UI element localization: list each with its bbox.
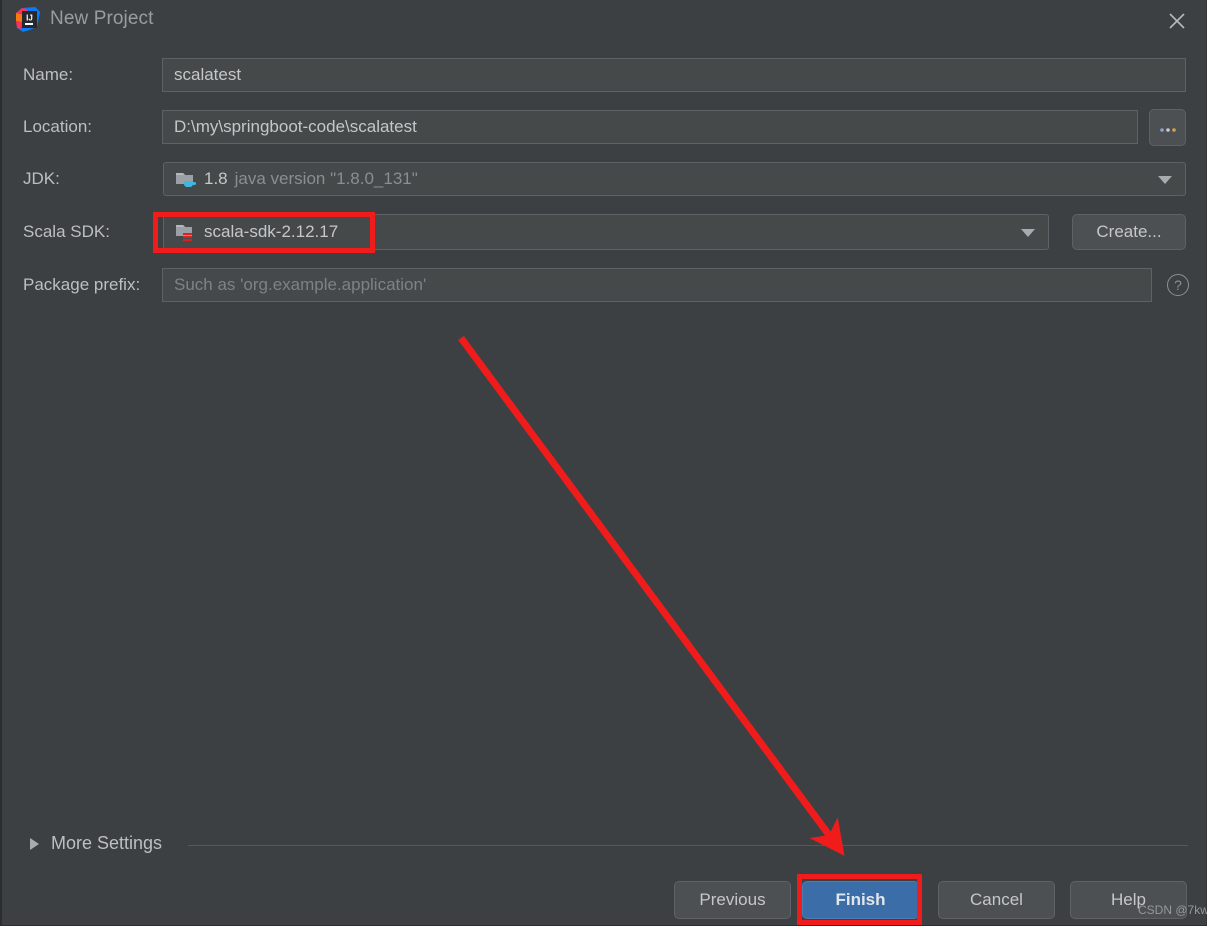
close-icon[interactable] bbox=[1155, 2, 1199, 40]
package-prefix-row: Package prefix: Such as 'org.example.app… bbox=[2, 268, 1207, 302]
title-bar: IJ New Project bbox=[2, 0, 1207, 42]
scala-folder-icon bbox=[175, 222, 197, 242]
page-title: New Project bbox=[50, 8, 154, 29]
location-input[interactable]: D:\my\springboot-code\scalatest bbox=[162, 110, 1138, 144]
package-prefix-label: Package prefix: bbox=[23, 275, 141, 294]
scala-sdk-combobox[interactable]: scala-sdk-2.12.17 bbox=[163, 214, 1049, 250]
name-label: Name: bbox=[23, 65, 74, 84]
intellij-idea-logo-icon: IJ bbox=[15, 7, 41, 33]
location-row: Location: D:\my\springboot-code\scalates… bbox=[2, 109, 1207, 146]
scala-sdk-value: scala-sdk-2.12.17 bbox=[204, 222, 339, 241]
more-settings-expander[interactable]: More Settings bbox=[30, 833, 162, 854]
chevron-right-icon bbox=[30, 837, 39, 850]
package-prefix-input[interactable]: Such as 'org.example.application' bbox=[162, 268, 1152, 302]
previous-button[interactable]: Previous bbox=[674, 881, 791, 919]
create-scala-sdk-button[interactable]: Create... bbox=[1072, 214, 1186, 250]
more-settings-label: More Settings bbox=[51, 833, 163, 853]
package-prefix-help-icon[interactable]: ? bbox=[1167, 274, 1189, 296]
scala-sdk-label: Scala SDK: bbox=[23, 222, 110, 241]
scala-sdk-row: Scala SDK: scala-sdk-2.12.17 Create... bbox=[2, 214, 1207, 250]
cancel-button[interactable]: Cancel bbox=[938, 881, 1055, 919]
watermark: CSDN @7kw bbox=[1138, 903, 1207, 917]
jdk-version: 1.8 bbox=[204, 169, 228, 188]
chevron-down-icon[interactable] bbox=[1158, 176, 1172, 184]
jdk-row: JDK: 1.8 java version "1.8.0_131" bbox=[2, 162, 1207, 196]
java-folder-icon bbox=[175, 169, 197, 189]
jdk-detail: java version "1.8.0_131" bbox=[234, 169, 418, 188]
finish-button[interactable]: Finish bbox=[802, 881, 919, 919]
name-row: Name: scalatest bbox=[2, 58, 1207, 92]
svg-text:IJ: IJ bbox=[26, 14, 33, 23]
ellipsis-icon bbox=[1159, 118, 1177, 138]
jdk-label: JDK: bbox=[23, 169, 60, 188]
location-label: Location: bbox=[23, 117, 92, 136]
name-input[interactable]: scalatest bbox=[162, 58, 1186, 92]
chevron-down-icon[interactable] bbox=[1021, 229, 1035, 237]
location-browse-button[interactable] bbox=[1149, 109, 1186, 146]
jdk-combobox[interactable]: 1.8 java version "1.8.0_131" bbox=[163, 162, 1186, 196]
more-settings-separator bbox=[188, 845, 1188, 846]
new-project-dialog: IJ New Project Name: scalatest Location:… bbox=[0, 0, 1207, 926]
